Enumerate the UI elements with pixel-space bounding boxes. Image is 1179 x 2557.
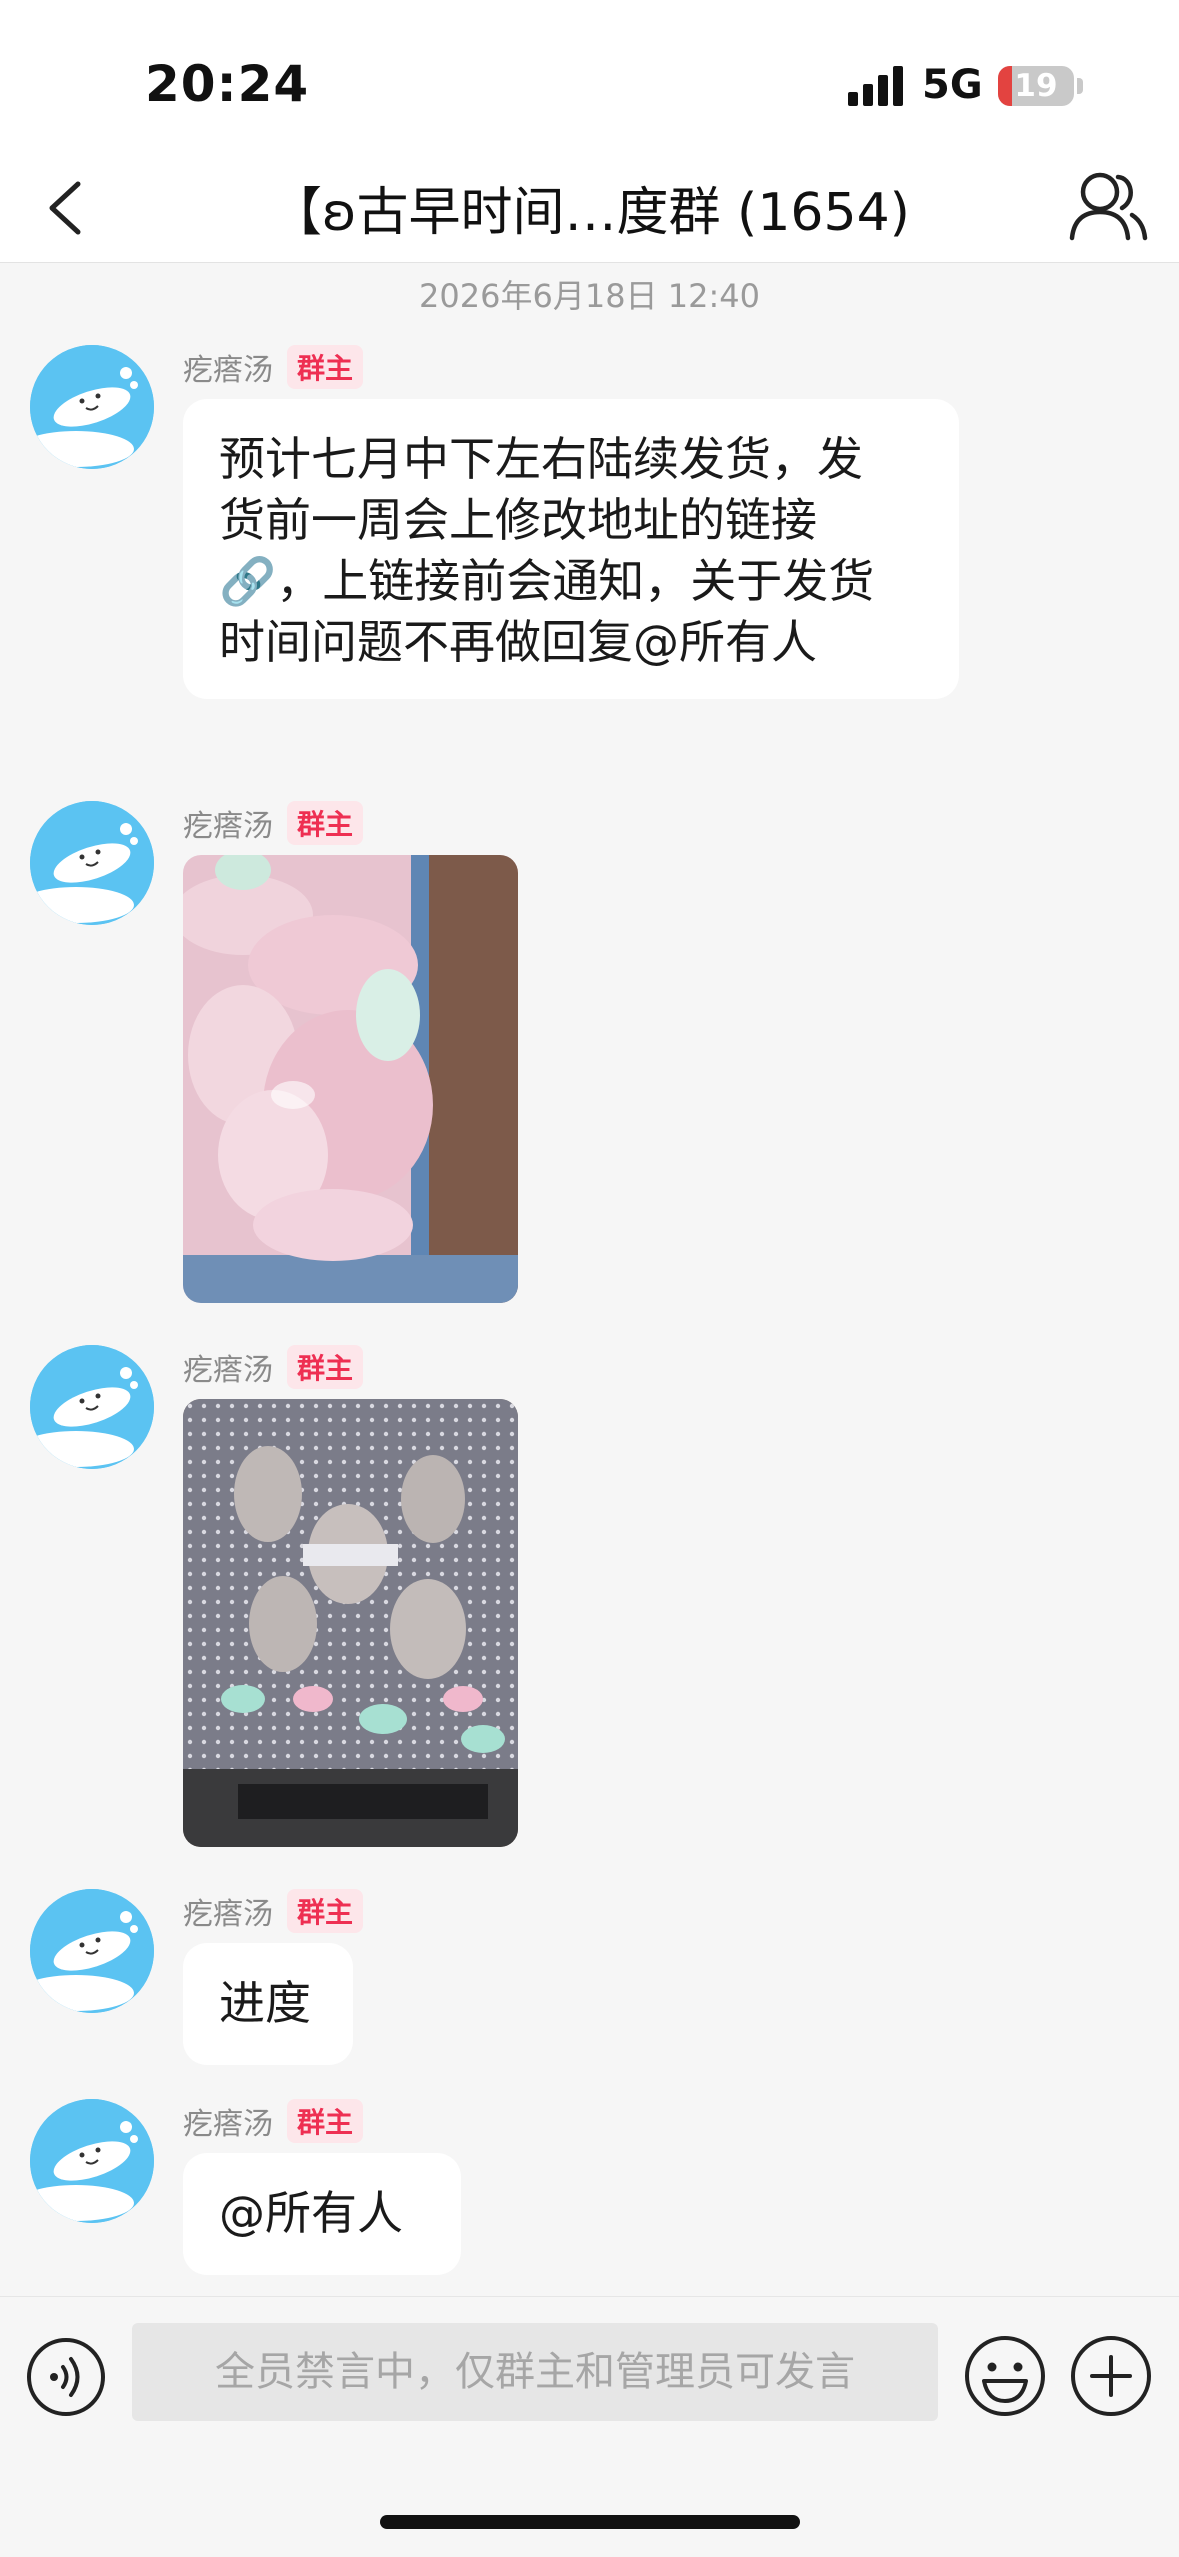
message-list[interactable]: 2026年6月18日 12:40 疙瘩汤 群主 预计七月中下左右陆续发货，发 货前… (0, 263, 1179, 2293)
voice-icon[interactable] (24, 2335, 108, 2419)
message-text-line: 时间问题不再做回复@所有人 (219, 615, 817, 669)
owner-badge: 群主 (287, 1345, 364, 1389)
chevron-left-icon[interactable] (30, 168, 110, 248)
sender-row: 疙瘩汤 群主 (183, 801, 364, 845)
avatar[interactable] (30, 1345, 154, 1469)
owner-badge: 群主 (287, 801, 364, 845)
avatar[interactable] (30, 2099, 154, 2223)
message-text-line: 🔗，上链接前会通知，关于发货 (219, 554, 875, 608)
message-text-line: 货前一周会上修改地址的链接 (219, 493, 817, 547)
home-indicator[interactable] (380, 2515, 800, 2529)
plus-icon[interactable] (1068, 2333, 1154, 2419)
cellular-signal-icon (848, 66, 904, 106)
message-text-line: 预计七月中下左右陆续发货，发 (219, 432, 863, 486)
group-members-icon[interactable] (1062, 160, 1152, 250)
message-text-line: 进度 (219, 1976, 311, 2030)
battery-level: 19 (1014, 68, 1058, 104)
message-text-line: @所有人 (219, 2186, 403, 2240)
status-bar: 20:24 5G 19 (0, 0, 1179, 150)
chat-header: 【ʚ古早时间…度群 (1654) (0, 150, 1179, 263)
message-timestamp: 2026年6月18日 12:40 (419, 277, 760, 315)
sender-row: 疙瘩汤 群主 (183, 1345, 364, 1389)
group-title: 【ʚ古早时间…度群 (1654) (270, 183, 910, 243)
sender-name: 疙瘩汤 (183, 2107, 273, 2142)
network-type: 5G (922, 62, 983, 108)
sender-row: 疙瘩汤 群主 (183, 345, 364, 389)
battery-tip (1077, 78, 1083, 94)
sender-name: 疙瘩汤 (183, 1897, 273, 1932)
sender-name: 疙瘩汤 (183, 353, 273, 388)
pink-fabric-photo[interactable] (183, 855, 518, 1303)
gray-polka-dot-fabric-photo[interactable] (183, 1399, 518, 1847)
battery-icon: 19 (998, 66, 1074, 106)
sender-name: 疙瘩汤 (183, 1353, 273, 1388)
owner-badge: 群主 (287, 2099, 364, 2143)
sender-name: 疙瘩汤 (183, 809, 273, 844)
message-input[interactable]: 全员禁言中，仅群主和管理员可发言 (132, 2323, 938, 2421)
message-bubble[interactable]: 进度 (183, 1943, 353, 2065)
owner-badge: 群主 (287, 1889, 364, 1933)
avatar[interactable] (30, 801, 154, 925)
emoji-icon[interactable] (962, 2333, 1048, 2419)
message-bubble[interactable]: @所有人 (183, 2153, 461, 2275)
owner-badge: 群主 (287, 345, 364, 389)
message-bubble[interactable]: 预计七月中下左右陆续发货，发 货前一周会上修改地址的链接 🔗，上链接前会通知，关… (183, 399, 959, 699)
avatar[interactable] (30, 1889, 154, 2013)
sender-row: 疙瘩汤 群主 (183, 1889, 364, 1933)
avatar[interactable] (30, 345, 154, 469)
sender-row: 疙瘩汤 群主 (183, 2099, 364, 2143)
status-time: 20:24 (145, 55, 310, 113)
